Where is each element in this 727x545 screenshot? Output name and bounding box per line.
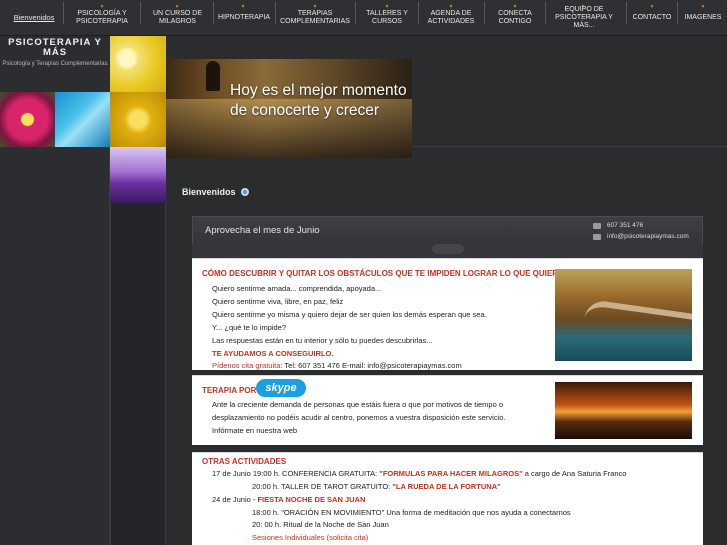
header-strip	[412, 36, 727, 147]
road-path	[584, 298, 692, 336]
nav-item-psicologia[interactable]: PSICOLOGÍA Y PSICOTERAPIA	[72, 0, 132, 36]
activity-detail: a cargo de Ana Saturia Franco	[522, 469, 627, 478]
promo-title: Aprovecha el mes de Junio	[205, 225, 320, 236]
skype-logo: skype	[256, 379, 306, 397]
promo-email[interactable]: info@psicoterapiaymas.com	[593, 233, 689, 240]
banner-text: Hoy es el mejor momento de conocerte y c…	[230, 81, 407, 121]
card-line: Y... ¿qué te lo impide?	[212, 323, 287, 332]
mail-icon	[593, 233, 601, 240]
banner-line-2: de conocerte y crecer	[230, 102, 380, 119]
left-column	[0, 147, 110, 545]
welcome-text: Bienvenidos	[182, 187, 236, 197]
nav-separator	[63, 2, 64, 24]
nav-item-terapias[interactable]: TERAPIAS COMPLEMENTARIAS	[280, 0, 350, 36]
autumn-road-photo	[555, 269, 692, 361]
nav-separator	[275, 2, 276, 24]
card-line: Infórmate en nuestra web	[212, 426, 298, 435]
nav-separator	[677, 2, 678, 24]
flower-photo	[0, 92, 55, 147]
activities-card: OTRAS ACTIVIDADES 17 de Junio 19:00 h. C…	[192, 452, 703, 545]
card-heading: OTRAS ACTIVIDADES	[202, 457, 287, 466]
hero-banner: Hoy es el mejor momento de conocerte y c…	[166, 59, 412, 158]
info-dot-icon[interactable]	[240, 188, 249, 196]
card-line: Quiero sentirme yo misma y quiero dejar …	[212, 310, 487, 319]
sunset-photo	[555, 382, 692, 439]
nav-item-contacto[interactable]: CONTACTO	[632, 0, 672, 36]
activity-row: 17 de Junio 19:00 h. CONFERENCIA GRATUIT…	[212, 469, 626, 478]
card-line: Ante la creciente demanda de personas qu…	[212, 400, 504, 409]
page-title: Bienvenidos	[182, 187, 249, 197]
activity-date: 24 de Junio -	[212, 495, 258, 504]
middle-column	[110, 203, 166, 545]
activity-row: 18:00 h. "ORACIÓN EN MOVIMIENTO" Una for…	[252, 508, 571, 517]
nav-item-equipo[interactable]: EQUIPO DE PSICOTERAPIA Y MÁS...	[553, 0, 615, 36]
activity-title: "LA RUEDA DE LA FORTUNA"	[392, 482, 501, 491]
nav-separator	[626, 2, 627, 24]
nav-separator	[418, 2, 419, 24]
nav-separator	[545, 2, 546, 24]
activity-title: "FORMULAS PARA HACER MILAGROS"	[379, 469, 523, 478]
phone-icon	[593, 222, 601, 229]
nav-item-bienvenidos[interactable]: Bienvenidos	[10, 0, 58, 36]
activity-date: 20:00 h. TALLER DE TAROT GRATUITO:	[252, 482, 393, 491]
card-heading: TERAPIA POR	[202, 386, 257, 395]
activity-title: FIESTA NOCHE DE SAN JUAN	[257, 495, 366, 504]
activity-date: 17 de Junio 19:00 h. CONFERENCIA GRATUIT…	[212, 469, 380, 478]
nav-item-agenda[interactable]: AGENDA DE ACTIVIDADES	[425, 0, 477, 36]
promo-email-text[interactable]: info@psicoterapiaymas.com	[607, 233, 689, 240]
nav-separator	[484, 2, 485, 24]
skype-card: TERAPIA POR skype Ante la creciente dema…	[192, 375, 703, 445]
watermark-logo	[432, 244, 464, 254]
site-subtitle: Psicología y Terapias Complementarias	[2, 61, 108, 67]
nav-separator	[355, 2, 356, 24]
nav-item-imagenes[interactable]: IMAGENES	[683, 0, 723, 36]
nav-item-conecta[interactable]: CONECTA CONTIGO	[492, 0, 538, 36]
nav-item-curso-milagros[interactable]: UN CURSO DE MILAGROS	[150, 0, 205, 36]
site-brand[interactable]: PSICOTERAPIA Y MÁS Psicología y Terapias…	[0, 36, 110, 92]
card-heading: CÓMO DESCUBRIR Y QUITAR LOS OBSTÁCULOS Q…	[202, 269, 569, 278]
person-silhouette	[206, 61, 220, 91]
card-line: Quiero sentirme amada... comprendida, ap…	[212, 284, 382, 293]
activity-row: 20: 00 h. Ritual de la Noche de San Juan	[252, 520, 389, 529]
card-line: Las respuestas están en tu interior y só…	[212, 336, 433, 345]
card-line: Quiero sentirme viva, libre, en paz, fel…	[212, 297, 344, 306]
card-line: desplazamiento no podéis acudir al centr…	[212, 413, 506, 422]
nav-item-talleres[interactable]: TALLERES Y CURSOS	[364, 0, 410, 36]
activity-link[interactable]: Sesiones Individuales (solicita cita)	[252, 533, 368, 542]
card-cta: TE AYUDAMOS A CONSEGUIRLO.	[212, 349, 334, 358]
activity-row: 24 de Junio - FIESTA NOCHE DE SAN JUAN	[212, 495, 365, 504]
site-title[interactable]: PSICOTERAPIA Y MÁS	[0, 38, 110, 58]
sunflower-photo	[110, 92, 166, 147]
nav-separator	[140, 2, 141, 24]
cita-text: Tel: 607 351 476 E-mail: info@psicoterap…	[282, 361, 462, 370]
nav-item-hipnoterapia[interactable]: HIPNOTERAPIA	[218, 0, 270, 36]
water-photo	[55, 92, 110, 147]
cita-label: Pídenos cita gratuita:	[212, 361, 283, 370]
card-contact: Pídenos cita gratuita: Tel: 607 351 476 …	[212, 361, 462, 370]
nav-separator	[213, 2, 214, 24]
city-photo	[110, 147, 166, 203]
top-navigation: Bienvenidos ▼ PSICOLOGÍA Y PSICOTERAPIA …	[0, 0, 727, 36]
yellow-flower-photo	[110, 36, 166, 92]
promo-phone-text: 607 351 476	[607, 222, 644, 229]
banner-line-1: Hoy es el mejor momento	[230, 82, 407, 99]
activity-row: 20:00 h. TALLER DE TAROT GRATUITO: "LA R…	[252, 482, 501, 491]
promo-phone: 607 351 476	[593, 222, 643, 229]
obstacles-card: CÓMO DESCUBRIR Y QUITAR LOS OBSTÁCULOS Q…	[192, 258, 703, 370]
